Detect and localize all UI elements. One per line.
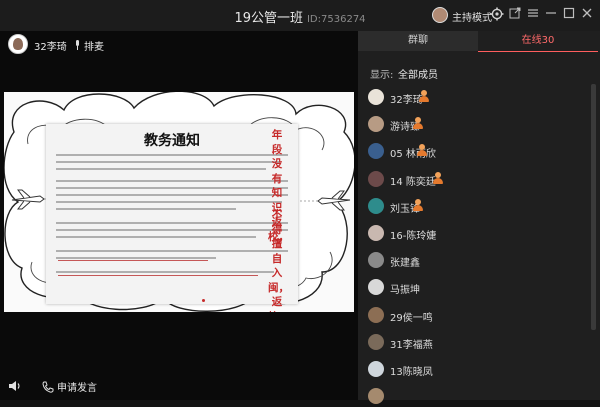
member-avatar — [368, 333, 384, 350]
class-name: 19公管一班 — [234, 11, 303, 26]
menu-icon[interactable] — [525, 7, 541, 23]
minimize-icon[interactable] — [543, 7, 559, 23]
mic-queue-button[interactable]: 排麦 — [74, 38, 104, 53]
shared-slide: 教务通知 年段没有知识返校， 不得擅自入闽，返校！！ — [4, 92, 354, 312]
member-avatar — [368, 225, 384, 241]
host-avatar[interactable] — [432, 7, 448, 23]
host-mode-label[interactable]: 主持模式 — [452, 9, 492, 24]
tab-online-members[interactable]: 在线30 — [478, 31, 598, 52]
notice-side-note-2: 不得擅自入闽，返校！！ — [268, 209, 300, 312]
speaker-badge-icon — [416, 144, 428, 157]
member-name: 马振坤 — [390, 285, 420, 297]
maximize-icon[interactable] — [561, 7, 577, 23]
member-list-item[interactable]: 29侯一鸣 — [360, 304, 590, 326]
member-list-scrollbar[interactable] — [591, 84, 596, 330]
member-list-item[interactable]: 13陈晓凤 — [360, 358, 590, 380]
member-list-item[interactable]: 张建鑫 — [360, 249, 590, 271]
member-list-item[interactable]: 31李福燕 — [360, 331, 590, 353]
member-avatar — [368, 388, 384, 405]
member-list-item[interactable]: 马振坤 — [360, 276, 590, 298]
apply-speak-button[interactable]: 申请发言 — [57, 379, 97, 394]
member-list-item[interactable]: 05 林雨欣 — [360, 140, 590, 162]
member-name: 14 陈奕廷 — [390, 176, 436, 188]
member-avatar — [368, 279, 384, 296]
member-avatar — [368, 361, 384, 377]
member-avatar — [368, 306, 384, 323]
phone-icon[interactable] — [42, 378, 54, 393]
speaker-icon[interactable] — [8, 378, 22, 392]
speaker-badge-icon — [432, 171, 444, 185]
close-icon[interactable] — [579, 7, 595, 23]
notice-heading: 教务通知 — [144, 133, 200, 149]
member-name: 张建鑫 — [390, 258, 420, 270]
member-list-item[interactable] — [360, 385, 590, 407]
presenter-name: 32李琦 — [34, 42, 67, 53]
gear-icon[interactable] — [489, 7, 505, 23]
member-avatar — [368, 170, 384, 187]
member-avatar — [368, 116, 384, 133]
member-list-item[interactable]: 16-陈玲婕 — [360, 222, 590, 244]
member-name: 31李福燕 — [390, 339, 433, 351]
speaker-badge-icon — [412, 117, 424, 130]
speaker-badge-icon — [418, 90, 430, 103]
member-name: 05 林雨欣 — [390, 149, 436, 161]
member-name: 16-陈玲婕 — [390, 231, 437, 242]
room-id: ID:7536274 — [306, 14, 366, 25]
popout-icon[interactable] — [507, 7, 523, 23]
member-name: 13陈晓凤 — [390, 367, 433, 378]
member-list-item[interactable]: 14 陈奕廷 — [360, 168, 590, 190]
member-list-item[interactable]: 游诗臻 — [360, 113, 590, 135]
member-name: 29侯一鸣 — [390, 312, 433, 324]
member-filter-select[interactable]: 全部成员 — [398, 66, 438, 81]
mic-queue-label: 排麦 — [84, 42, 104, 53]
presenter-avatar — [8, 34, 28, 54]
notice-document: 教务通知 — [46, 124, 298, 304]
member-avatar — [368, 89, 384, 105]
filter-label: 显示: — [370, 70, 394, 81]
speaker-badge-icon — [412, 198, 424, 212]
member-avatar — [368, 143, 384, 160]
member-list-item[interactable]: 刘玉锋 — [360, 195, 590, 217]
member-avatar — [368, 252, 384, 269]
member-list-item[interactable]: 32李琦 — [360, 86, 590, 108]
microphone-icon — [74, 40, 81, 53]
tab-group-chat[interactable]: 群聊 — [358, 31, 478, 51]
member-avatar — [368, 197, 384, 214]
